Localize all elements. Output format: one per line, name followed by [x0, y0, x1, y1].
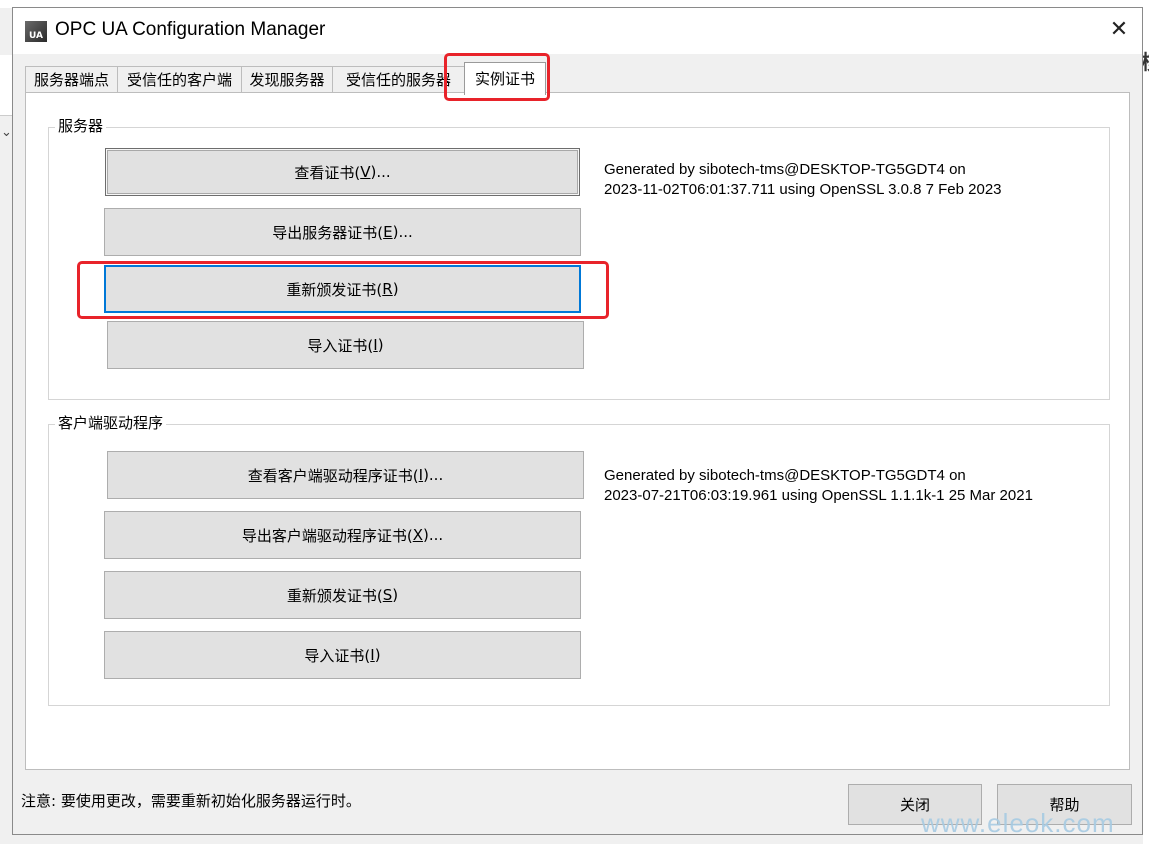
client-driver-group-label: 客户端驱动程序 [55, 414, 167, 432]
tab-discovery-servers[interactable]: 发现服务器 [241, 66, 333, 93]
tab-trusted-servers[interactable]: 受信任的服务器 [332, 66, 465, 93]
import-client-certificate-button[interactable]: 导入证书(I) [104, 631, 581, 679]
restart-note: 注意: 要使用更改，需要重新初始化服务器运行时。 [21, 792, 361, 810]
view-server-certificate-button[interactable]: 查看证书(V)... [105, 148, 580, 196]
tab-server-endpoints[interactable]: 服务器端点 [25, 66, 118, 93]
config-manager-window: UA OPC UA Configuration Manager ✕ 服务器端点 … [12, 7, 1143, 835]
chevron-down-icon: ⌄ [1, 125, 12, 140]
server-info-line-1: Generated by sibotech-tms@DESKTOP-TG5GDT… [604, 161, 966, 178]
tab-instance-certificates[interactable]: 实例证书 [464, 62, 546, 95]
watermark: www.eleok.com [921, 808, 1115, 838]
export-server-certificate-button[interactable]: 导出服务器证书(E)... [104, 208, 581, 256]
background-right-edge [1143, 0, 1149, 844]
close-icon[interactable]: ✕ [1105, 16, 1133, 44]
client-info-line-2: 2023-07-21T06:03:19.961 using OpenSSL 1.… [604, 487, 1033, 504]
import-server-certificate-button[interactable]: 导入证书(I) [107, 321, 584, 369]
server-info-line-2: 2023-11-02T06:01:37.711 using OpenSSL 3.… [604, 181, 1002, 198]
title-bar: UA OPC UA Configuration Manager ✕ [13, 8, 1142, 54]
tab-trusted-clients[interactable]: 受信任的客户端 [117, 66, 242, 93]
reissue-server-certificate-button[interactable]: 重新颁发证书(R) [104, 265, 581, 313]
view-client-certificate-button[interactable]: 查看客户端驱动程序证书(I)... [107, 451, 584, 499]
server-group-label: 服务器 [55, 117, 107, 135]
export-client-certificate-button[interactable]: 导出客户端驱动程序证书(X)... [104, 511, 581, 559]
window-title: OPC UA Configuration Manager [55, 19, 326, 40]
opc-ua-app-icon: UA [25, 21, 47, 42]
client-info-line-1: Generated by sibotech-tms@DESKTOP-TG5GDT… [604, 467, 966, 484]
client-certificate-info: Generated by sibotech-tms@DESKTOP-TG5GDT… [604, 466, 1033, 506]
instance-certificates-panel: 服务器 查看证书(V)... 导出服务器证书(E)... 重新颁发证书(R) 导… [25, 92, 1130, 770]
background-left-strip: ⌄ [0, 55, 12, 140]
reissue-client-certificate-button[interactable]: 重新颁发证书(S) [104, 571, 581, 619]
server-certificate-info: Generated by sibotech-tms@DESKTOP-TG5GDT… [604, 160, 1002, 200]
